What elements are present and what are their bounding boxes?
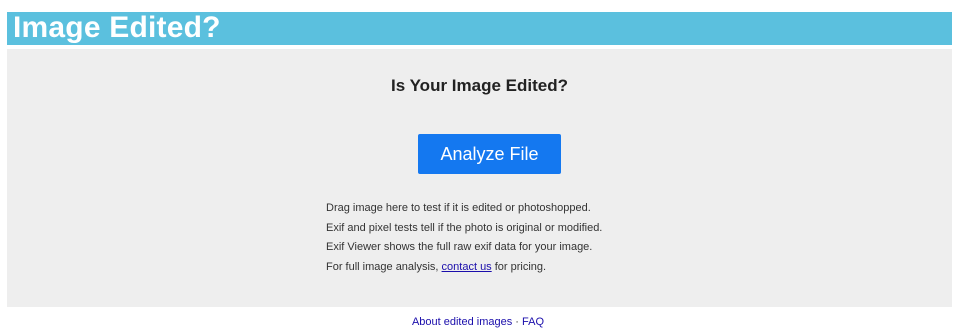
- faq-link[interactable]: FAQ: [522, 316, 544, 328]
- upload-panel[interactable]: Is Your Image Edited? Analyze File Drag …: [7, 49, 952, 307]
- panel-title: Is Your Image Edited?: [391, 76, 568, 95]
- description-text: for pricing.: [491, 260, 547, 273]
- site-header: Image Edited?: [7, 11, 952, 45]
- description: Drag image here to test if it is edited …: [326, 199, 726, 277]
- site-title[interactable]: Image Edited?: [13, 11, 221, 45]
- description-line: For full image analysis, contact us for …: [326, 258, 726, 278]
- analyze-file-button[interactable]: Analyze File: [418, 134, 561, 174]
- description-line: Exif Viewer shows the full raw exif data…: [326, 241, 593, 253]
- footer-separator: ·: [512, 316, 523, 328]
- description-text: For full image analysis,: [326, 260, 442, 273]
- description-line: Exif and pixel tests tell if the photo i…: [326, 221, 603, 234]
- footer: About edited images · FAQ: [0, 316, 956, 328]
- about-edited-images-link[interactable]: About edited images: [412, 316, 512, 328]
- contact-us-link[interactable]: contact us: [442, 261, 492, 273]
- description-line: Drag image here to test if it is edited …: [326, 202, 591, 214]
